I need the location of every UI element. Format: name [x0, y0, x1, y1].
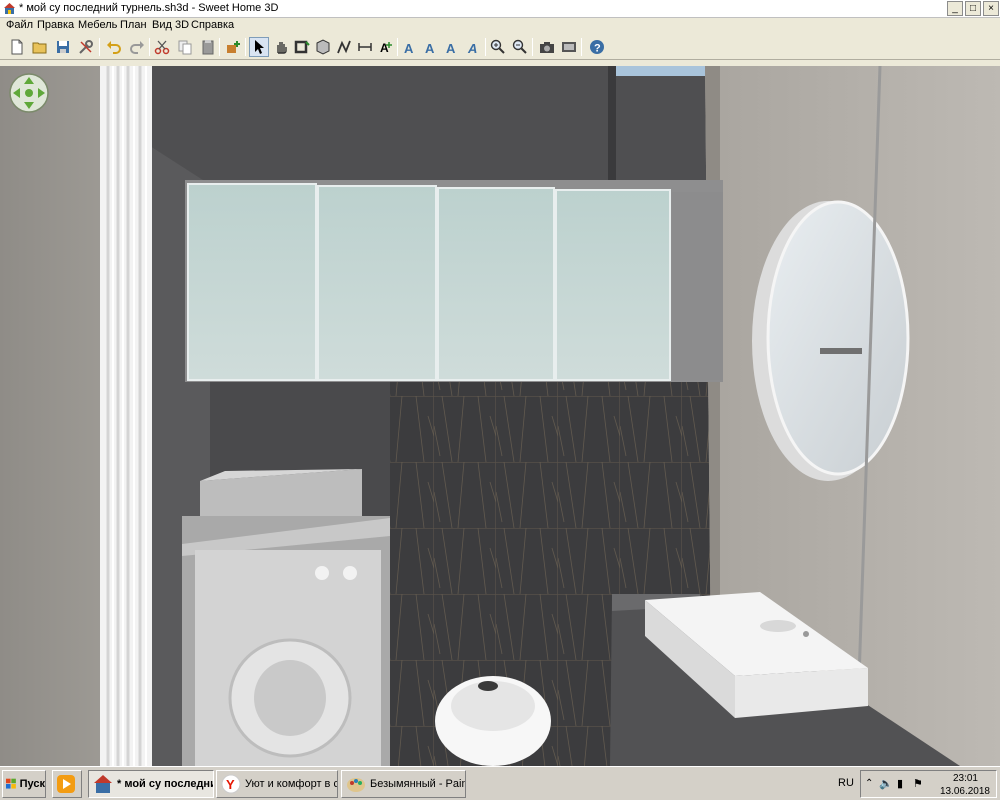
- arrow-pointer-icon[interactable]: [249, 37, 269, 57]
- taskbar: Пуск * мой су последни... Y Уют и комфор…: [0, 766, 1000, 800]
- flag-icon[interactable]: ⚑: [913, 777, 923, 790]
- menu-3d-view[interactable]: Вид 3D: [152, 19, 189, 31]
- sweet-home-3d-icon: [4, 3, 15, 14]
- svg-text:?: ?: [594, 43, 601, 55]
- tools-icon[interactable]: [76, 37, 96, 57]
- svg-text:A: A: [380, 41, 389, 55]
- washing-machine: [182, 469, 390, 766]
- text-style-icon[interactable]: A: [463, 37, 483, 57]
- save-icon[interactable]: [53, 37, 73, 57]
- task-sweet-home-3d[interactable]: * мой су последни...: [88, 770, 214, 798]
- sweet-home-3d-icon: [94, 775, 112, 793]
- paint-icon: [347, 778, 365, 792]
- menu-file[interactable]: Файл: [6, 19, 33, 31]
- text-style-icon[interactable]: A: [400, 37, 420, 57]
- shower-curtain: [100, 66, 152, 766]
- zoom-out-icon[interactable]: [510, 37, 530, 57]
- video-icon[interactable]: [559, 37, 579, 57]
- folder-open-icon[interactable]: [30, 37, 50, 57]
- hand-icon[interactable]: [271, 37, 291, 57]
- text-style-icon[interactable]: A: [421, 37, 441, 57]
- camera-icon[interactable]: [537, 37, 557, 57]
- tray-expand-icon[interactable]: ⌃: [865, 778, 873, 789]
- toilet: [435, 676, 551, 766]
- svg-text:A: A: [404, 41, 414, 55]
- svg-text:A: A: [446, 41, 456, 55]
- bathroom-3d-scene: [0, 66, 1000, 766]
- 3d-view[interactable]: [0, 66, 1000, 766]
- round-mirror: [752, 200, 910, 481]
- media-player-icon: [57, 775, 75, 793]
- dimension-icon[interactable]: [355, 37, 375, 57]
- menu-help[interactable]: Справка: [191, 19, 234, 31]
- menu-furniture[interactable]: Мебель: [78, 19, 117, 31]
- navigation-arrows-icon[interactable]: [8, 72, 50, 114]
- menu-plan[interactable]: План: [120, 19, 147, 31]
- minimize-button[interactable]: _: [947, 1, 963, 16]
- yandex-browser-icon: Y: [221, 774, 241, 794]
- svg-text:A: A: [425, 41, 435, 55]
- new-file-icon[interactable]: [7, 37, 27, 57]
- maximize-button[interactable]: □: [965, 1, 981, 16]
- task-label: Безымянный - Paint: [370, 778, 466, 790]
- rooms-icon[interactable]: [313, 37, 333, 57]
- quicklaunch-media-player[interactable]: [52, 770, 82, 798]
- copy-icon[interactable]: [175, 37, 195, 57]
- polyline-icon[interactable]: [334, 37, 354, 57]
- toolbar: A A A A A ?: [0, 34, 1000, 60]
- text-style-icon[interactable]: A: [442, 37, 462, 57]
- speaker-icon[interactable]: 🔈: [879, 777, 893, 790]
- menu-edit[interactable]: Правка: [37, 19, 74, 31]
- task-label: * мой су последни...: [117, 778, 213, 790]
- language-indicator[interactable]: RU: [838, 777, 854, 789]
- walls-icon[interactable]: [292, 37, 312, 57]
- add-furniture-icon[interactable]: [223, 37, 243, 57]
- scissors-icon[interactable]: [152, 37, 172, 57]
- start-button[interactable]: Пуск: [2, 770, 46, 798]
- text-icon[interactable]: A: [376, 37, 396, 57]
- task-paint[interactable]: Безымянный - Paint: [341, 770, 466, 798]
- paste-icon[interactable]: [198, 37, 218, 57]
- close-button[interactable]: ×: [983, 1, 999, 16]
- svg-text:Y: Y: [226, 777, 235, 792]
- help-icon[interactable]: ?: [587, 37, 607, 57]
- svg-text:A: A: [467, 41, 477, 55]
- wall-cabinet: [185, 180, 723, 382]
- undo-icon[interactable]: [104, 37, 124, 57]
- title-bar: * мой су последний турнель.sh3d - Sweet …: [0, 0, 1000, 18]
- windows-logo-icon: [6, 778, 16, 789]
- system-tray: ⌃ 🔈 ▮ ⚑ 23:01 13.06.2018: [860, 770, 997, 798]
- start-label: Пуск: [19, 778, 45, 790]
- network-icon[interactable]: ▮: [897, 777, 903, 790]
- menu-bar: Файл Правка Мебель План Вид 3D Справка: [0, 18, 1000, 34]
- zoom-in-icon[interactable]: [488, 37, 508, 57]
- clock-time[interactable]: 23:01: [953, 773, 978, 784]
- task-label: Уют и комфорт в с...: [245, 778, 338, 790]
- redo-icon[interactable]: [127, 37, 147, 57]
- clock-date[interactable]: 13.06.2018: [940, 786, 990, 797]
- window-title: * мой су последний турнель.sh3d - Sweet …: [19, 2, 279, 14]
- task-yandex-browser[interactable]: Y Уют и комфорт в с...: [216, 770, 338, 798]
